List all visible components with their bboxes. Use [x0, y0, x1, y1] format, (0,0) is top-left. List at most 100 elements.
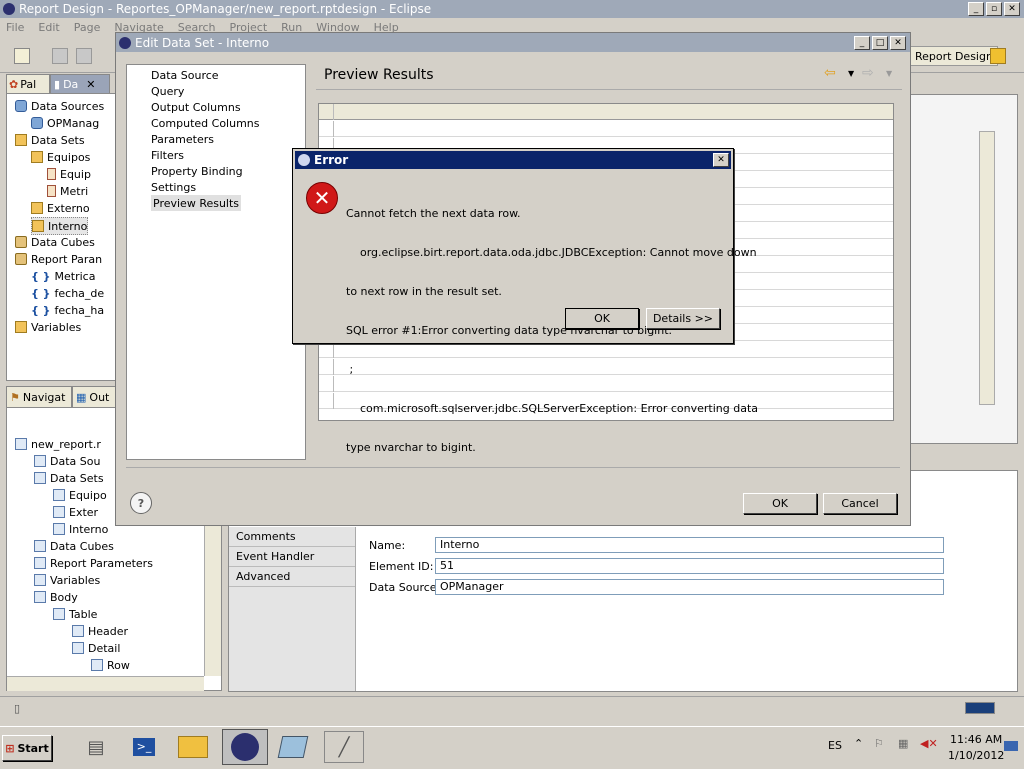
- category-event-handler[interactable]: Event Handler: [229, 547, 355, 567]
- tree-item[interactable]: Variables: [15, 319, 81, 335]
- error-title: Error: [314, 153, 349, 167]
- language-indicator[interactable]: ES: [828, 739, 842, 752]
- taskbar-eclipse[interactable]: [222, 729, 268, 765]
- error-details-button[interactable]: Details >>: [646, 308, 720, 329]
- outline-tab[interactable]: ▦ Out: [72, 386, 118, 408]
- action-center-icon[interactable]: ⚐: [874, 737, 884, 750]
- tree-item[interactable]: { } fecha_de: [31, 285, 104, 301]
- name-field[interactable]: Interno: [435, 537, 944, 553]
- dialog-maximize-button[interactable]: □: [872, 35, 888, 50]
- tree-item[interactable]: Exter: [53, 504, 98, 520]
- param-icon: { }: [31, 287, 51, 300]
- forward-dropdown-icon[interactable]: ▼: [886, 69, 892, 78]
- navigator-tab[interactable]: ⚑ Navigat: [6, 386, 72, 408]
- clock-date[interactable]: 1/10/2012: [948, 749, 1004, 762]
- tree-item[interactable]: Report Paran: [15, 251, 102, 267]
- dialog-nav-item[interactable]: Computed Columns: [151, 115, 260, 131]
- back-dropdown-icon[interactable]: ▼: [848, 69, 854, 78]
- error-close-button[interactable]: ✕: [713, 153, 729, 167]
- show-desktop-icon[interactable]: [1004, 741, 1018, 751]
- grid-row[interactable]: [319, 121, 893, 137]
- grid-row[interactable]: [319, 104, 893, 120]
- taskbar-explorer[interactable]: [174, 731, 212, 763]
- tree-item[interactable]: Variables: [34, 572, 100, 588]
- menu-page[interactable]: Page: [74, 21, 101, 35]
- taskbar-powershell[interactable]: >_: [128, 731, 160, 763]
- element-id-field[interactable]: 51: [435, 558, 944, 574]
- tree-item[interactable]: Body: [34, 589, 78, 605]
- tree-item[interactable]: Data Sets: [15, 132, 85, 148]
- tree-item[interactable]: Data Cubes: [15, 234, 95, 250]
- dialog-nav-item[interactable]: Output Columns: [151, 99, 241, 115]
- menu-file[interactable]: File: [6, 21, 24, 35]
- editor-vscrollbar[interactable]: [979, 131, 995, 405]
- tree-item[interactable]: Data Sets: [34, 470, 104, 486]
- tree-item[interactable]: Data Sources: [15, 98, 104, 114]
- minimize-button[interactable]: _: [968, 2, 984, 16]
- clock-time[interactable]: 11:46 AM: [950, 733, 1002, 746]
- dialog-nav-item[interactable]: Settings: [151, 179, 196, 195]
- tree-item[interactable]: Interno: [31, 217, 89, 235]
- new-icon[interactable]: [14, 48, 30, 64]
- close-button[interactable]: ✕: [1004, 2, 1020, 16]
- taskbar-app-blue[interactable]: [274, 731, 312, 763]
- dialog-cancel-button[interactable]: Cancel: [823, 493, 897, 514]
- tree-item-label: fecha_de: [54, 286, 105, 300]
- tree-item[interactable]: new_report.r: [15, 436, 101, 452]
- save-all-icon[interactable]: [76, 48, 92, 64]
- node-icon: [53, 489, 65, 501]
- data-explorer-tab[interactable]: ▮ Da ✕: [50, 74, 110, 94]
- tree-item[interactable]: Externo: [31, 200, 90, 216]
- tree-item[interactable]: OPManag: [31, 115, 99, 131]
- data-source-field[interactable]: OPManager: [435, 579, 944, 595]
- tree-item[interactable]: Header: [72, 623, 128, 639]
- menu-edit[interactable]: Edit: [38, 21, 59, 35]
- tree-item[interactable]: Metri: [47, 183, 88, 199]
- outline-hscrollbar[interactable]: [7, 676, 204, 691]
- tree-item[interactable]: Report Parameters: [34, 555, 153, 571]
- category-advanced[interactable]: Advanced: [229, 567, 355, 587]
- dataset-icon: [31, 202, 43, 214]
- dialog-nav-item[interactable]: Filters: [151, 147, 184, 163]
- dialog-ok-button[interactable]: OK: [743, 493, 817, 514]
- dialog-nav-item[interactable]: Data Source: [151, 67, 219, 83]
- navigator-icon: ⚑: [10, 390, 20, 404]
- tree-item[interactable]: { } fecha_ha: [31, 302, 104, 318]
- taskbar-server-manager[interactable]: ▤: [80, 731, 112, 763]
- save-icon[interactable]: [52, 48, 68, 64]
- close-tab-icon[interactable]: ✕: [86, 78, 95, 91]
- error-ok-button[interactable]: OK: [565, 308, 639, 329]
- dialog-nav-item[interactable]: Parameters: [151, 131, 214, 147]
- volume-muted-icon[interactable]: ◀✕: [920, 737, 938, 750]
- network-icon[interactable]: ▦: [898, 737, 908, 750]
- tree-item[interactable]: Equip: [47, 166, 91, 182]
- folder-icon: [178, 736, 208, 758]
- dialog-nav-item[interactable]: Property Binding: [151, 163, 243, 179]
- tree-item[interactable]: Equipos: [31, 149, 90, 165]
- tree-item[interactable]: Interno: [53, 521, 108, 537]
- perspective-icon[interactable]: [990, 48, 1006, 64]
- dialog-nav-item[interactable]: Preview Results: [151, 195, 242, 211]
- dialog-minimize-button[interactable]: _: [854, 35, 870, 50]
- outline-vscrollbar[interactable]: [204, 520, 221, 676]
- tree-item[interactable]: Data Sou: [34, 453, 100, 469]
- show-hidden-icons[interactable]: ⌃: [854, 737, 863, 750]
- help-button[interactable]: ?: [130, 492, 152, 514]
- tree-item[interactable]: Row: [91, 657, 130, 673]
- tree-item[interactable]: Table: [53, 606, 97, 622]
- node-icon: [15, 438, 27, 450]
- category-comments[interactable]: Comments: [229, 527, 355, 547]
- tree-item[interactable]: Equipo: [53, 487, 107, 503]
- restore-button[interactable]: ▫: [986, 2, 1002, 16]
- start-button[interactable]: ⊞ Start: [2, 735, 52, 761]
- tree-item[interactable]: Data Cubes: [34, 538, 114, 554]
- tree-item[interactable]: Detail: [72, 640, 120, 656]
- forward-arrow-icon[interactable]: ⇨: [862, 65, 874, 81]
- taskbar-app-pen[interactable]: ╱: [324, 731, 364, 763]
- dialog-close-button[interactable]: ✕: [890, 35, 906, 50]
- perspective-report-design[interactable]: Report Design: [910, 46, 998, 66]
- dialog-nav-item[interactable]: Query: [151, 83, 184, 99]
- back-arrow-icon[interactable]: ⇦: [824, 65, 836, 81]
- tree-item[interactable]: { } Metrica: [31, 268, 95, 284]
- palette-tab[interactable]: ✿ Pal: [6, 74, 50, 94]
